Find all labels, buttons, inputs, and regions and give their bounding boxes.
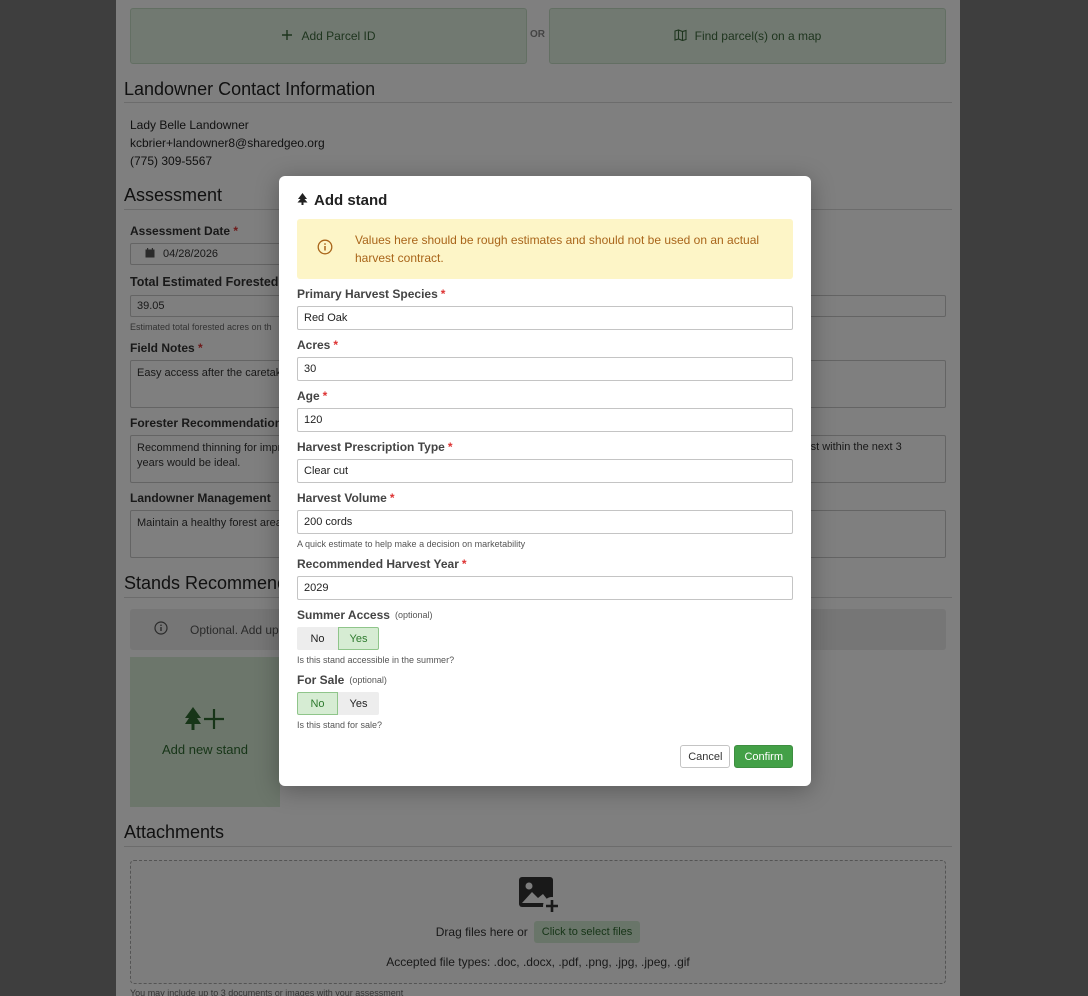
age-input[interactable]: 120: [297, 408, 793, 432]
alert-text: Values here should be rough estimates an…: [355, 233, 760, 265]
volume-help: A quick estimate to help make a decision…: [297, 539, 526, 549]
volume-input[interactable]: 200 cords: [297, 510, 793, 534]
for-sale-yes[interactable]: Yes: [338, 692, 379, 715]
species-input[interactable]: Red Oak: [297, 306, 793, 330]
prescription-label: Harvest Prescription Type *: [297, 440, 453, 454]
confirm-button[interactable]: Confirm: [734, 745, 793, 768]
modal-title: Add stand: [297, 192, 793, 209]
summer-access-no[interactable]: No: [297, 627, 338, 650]
acres-label: Acres *: [297, 338, 339, 352]
for-sale-help: Is this stand for sale?: [297, 720, 383, 730]
estimate-warning-alert: Values here should be rough estimates an…: [297, 219, 793, 279]
prescription-input[interactable]: Clear cut: [297, 459, 793, 483]
acres-input[interactable]: 30: [297, 357, 793, 381]
harvest-year-input[interactable]: 2029: [297, 576, 793, 600]
age-label: Age *: [297, 389, 328, 403]
harvest-year-label: Recommended Harvest Year *: [297, 557, 467, 571]
info-icon: [317, 239, 333, 260]
species-label: Primary Harvest Species *: [297, 287, 446, 301]
tree-icon: [297, 192, 308, 209]
volume-label: Harvest Volume *: [297, 491, 395, 505]
summer-access-label: Summer Access (optional): [297, 608, 433, 622]
for-sale-no[interactable]: No: [297, 692, 338, 715]
summer-access-help: Is this stand accessible in the summer?: [297, 655, 455, 665]
for-sale-toggle: No Yes: [297, 692, 793, 715]
cancel-button[interactable]: Cancel: [680, 745, 731, 768]
add-stand-modal: Add stand Values here should be rough es…: [279, 176, 811, 786]
summer-access-yes[interactable]: Yes: [338, 627, 379, 650]
summer-access-toggle: No Yes: [297, 627, 793, 650]
for-sale-label: For Sale (optional): [297, 673, 387, 687]
modal-actions: Cancel Confirm: [680, 745, 793, 768]
